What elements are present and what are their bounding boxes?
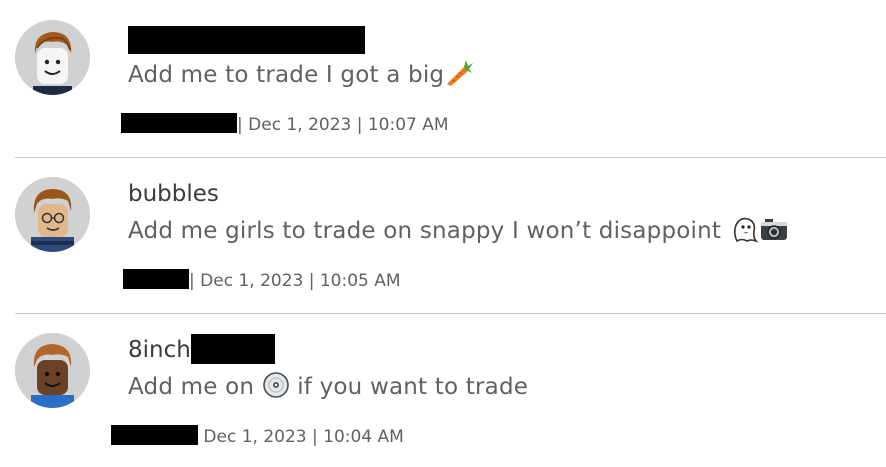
- avatar-image: [15, 333, 90, 408]
- redaction-block: [111, 425, 198, 445]
- ghost-icon: [729, 215, 759, 251]
- comment-message: Add me on if you want to trade: [128, 371, 528, 407]
- comment-date: Dec 1, 2023 | 10:04 AM: [203, 427, 404, 447]
- comment-author[interactable]: [128, 26, 365, 54]
- comment-item: Add me to trade I got a big | Dec 1, 202…: [0, 0, 886, 157]
- avatar-image: [15, 177, 90, 252]
- redaction-block: [128, 26, 365, 54]
- redaction-block: [121, 113, 237, 133]
- comment-meta: | Dec 1, 2023 | 10:07 AM: [121, 113, 449, 136]
- comment-author[interactable]: 8inch: [128, 334, 275, 364]
- comment-item: 8inch Add me on if you want to trade Dec…: [0, 314, 886, 467]
- comment-meta: | Dec 1, 2023 | 10:05 AM: [123, 269, 401, 292]
- camera-icon: [759, 215, 789, 251]
- comment-author[interactable]: bubbles: [128, 180, 219, 208]
- avatar[interactable]: [15, 177, 90, 252]
- avatar-image: [15, 20, 90, 95]
- comment-date: Dec 1, 2023 | 10:05 AM: [200, 271, 401, 291]
- redaction-block: [123, 269, 189, 289]
- comment-item: bubbles Add me girls to trade on snappy …: [0, 158, 886, 313]
- carrot-icon: [444, 59, 474, 95]
- disc-icon: [262, 371, 290, 407]
- comment-message: Add me girls to trade on snappy I won’t …: [128, 215, 789, 251]
- avatar[interactable]: [15, 333, 90, 408]
- comment-date: Dec 1, 2023 | 10:07 AM: [248, 115, 449, 135]
- avatar[interactable]: [15, 20, 90, 95]
- comment-message: Add me to trade I got a big: [128, 59, 474, 95]
- redaction-block: [190, 334, 275, 364]
- comment-meta: Dec 1, 2023 | 10:04 AM: [111, 425, 404, 448]
